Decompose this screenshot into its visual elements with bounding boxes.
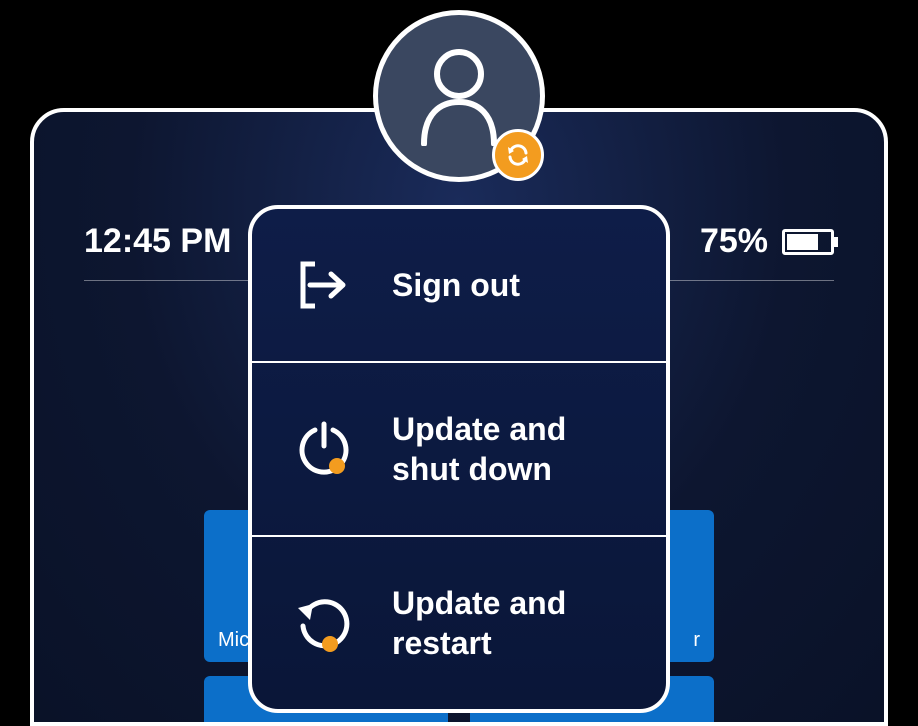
update-badge: [492, 129, 544, 181]
battery-fill: [787, 234, 818, 250]
menu-item-label: Update and shut down: [392, 409, 624, 489]
power-menu: Sign out Update and shut down Update: [248, 205, 670, 713]
restart-update-icon: [294, 593, 354, 653]
sign-out-icon: [294, 255, 354, 315]
menu-item-label: Update and restart: [392, 583, 624, 663]
person-icon: [414, 46, 504, 146]
update-shutdown-button[interactable]: Update and shut down: [252, 361, 666, 535]
menu-item-label: Sign out: [392, 265, 624, 305]
avatar[interactable]: [373, 10, 545, 182]
tile-label: r: [693, 629, 700, 652]
status-right: 75%: [700, 222, 834, 261]
update-restart-button[interactable]: Update and restart: [252, 535, 666, 709]
sign-out-button[interactable]: Sign out: [252, 209, 666, 361]
sync-icon: [504, 141, 532, 169]
clock-time: 12:45 PM: [84, 222, 231, 261]
avatar-container: [373, 10, 545, 182]
tile-label: Mic: [218, 629, 249, 652]
viewport: 12:45 PM 75% Mic r: [0, 0, 918, 726]
battery-icon: [782, 229, 834, 255]
power-update-icon: [294, 419, 354, 479]
battery-percent: 75%: [700, 222, 768, 261]
